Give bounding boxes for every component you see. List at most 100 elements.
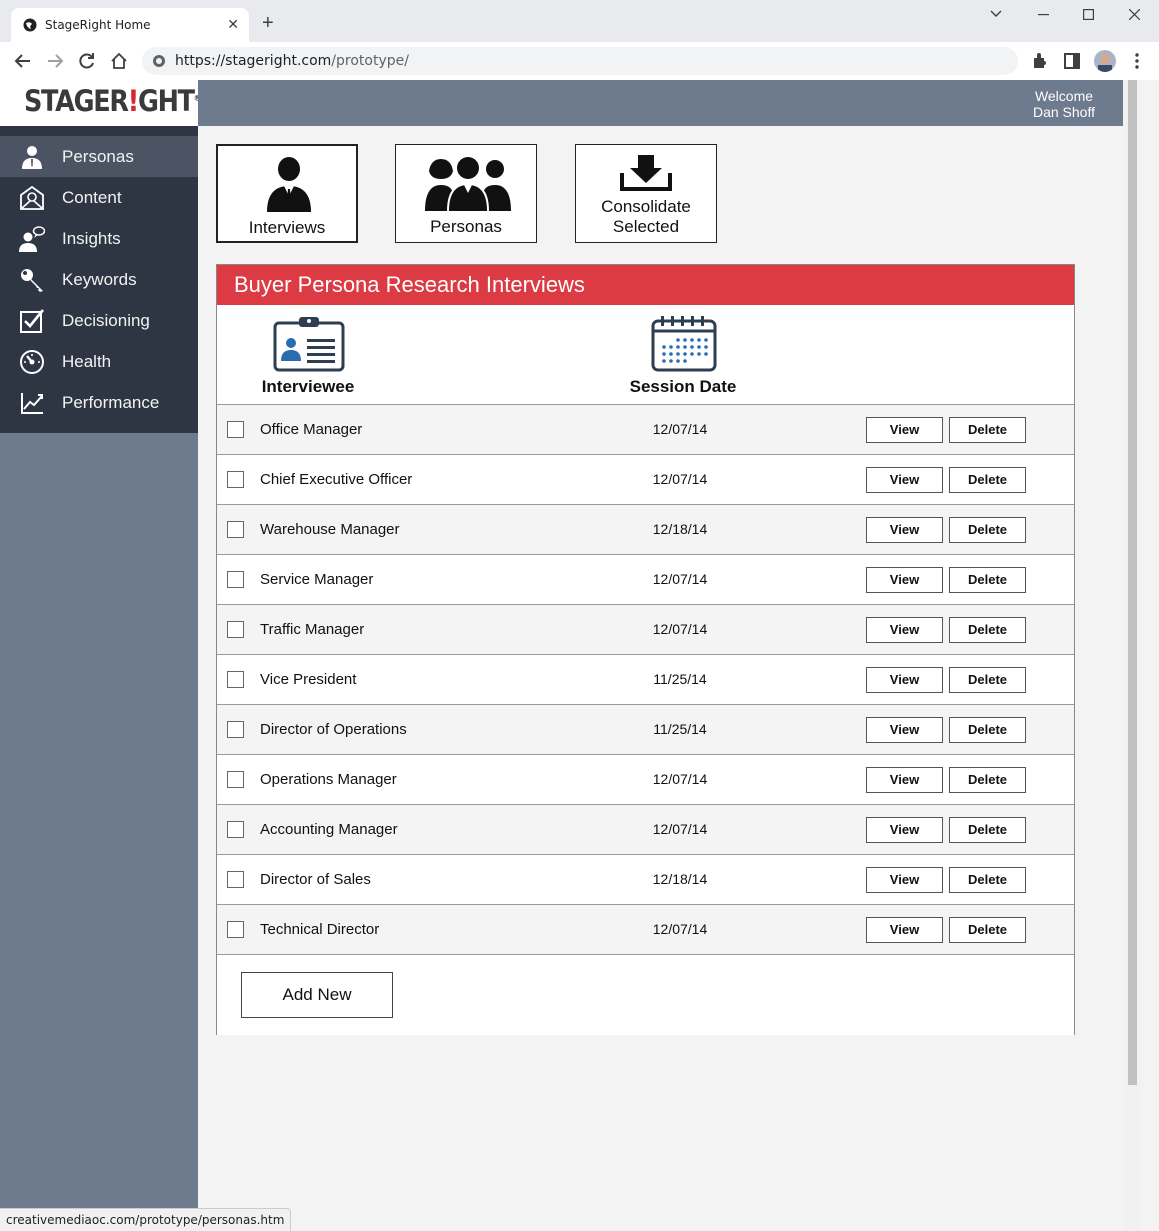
view-button[interactable]: View: [866, 817, 943, 843]
download-tray-icon: [620, 155, 672, 191]
delete-button[interactable]: Delete: [949, 617, 1026, 643]
sidebar-item-label: Health: [62, 352, 112, 371]
view-button[interactable]: View: [866, 867, 943, 893]
view-button[interactable]: View: [866, 517, 943, 543]
reload-icon[interactable]: [77, 51, 97, 71]
sidebar-item-content[interactable]: Content: [0, 177, 198, 218]
row-checkbox[interactable]: [227, 521, 244, 538]
interviewee-name: Vice President: [260, 671, 357, 688]
delete-button[interactable]: Delete: [949, 467, 1026, 493]
personas-label: Personas: [430, 217, 502, 236]
sidebar-item-decisioning[interactable]: Decisioning: [0, 300, 198, 341]
window-close-icon[interactable]: [1129, 9, 1140, 20]
sidebar-item-insights[interactable]: Insights: [0, 218, 198, 259]
row-checkbox[interactable]: [227, 871, 244, 888]
delete-button[interactable]: Delete: [949, 667, 1026, 693]
more-options-icon[interactable]: [1127, 51, 1147, 71]
view-button[interactable]: View: [866, 417, 943, 443]
back-arrow-icon[interactable]: [13, 51, 33, 71]
add-new-area: Add New: [217, 954, 1074, 1035]
logo-area[interactable]: STAGER!GHT®: [0, 80, 201, 126]
row-checkbox[interactable]: [227, 771, 244, 788]
session-date: 11/25/14: [653, 671, 707, 687]
close-icon[interactable]: ✕: [227, 16, 239, 33]
sidebar-item-health[interactable]: Health: [0, 341, 198, 382]
globe-icon: [23, 18, 37, 32]
person-icon: [22, 146, 42, 169]
view-button[interactable]: View: [866, 717, 943, 743]
group-icon: [425, 157, 511, 211]
table-row: Service Manager 12/07/14 View Delete: [217, 554, 1074, 604]
user-name: Dan Shoff: [1032, 104, 1095, 120]
maximize-icon[interactable]: [1083, 9, 1094, 20]
table-row: Traffic Manager 12/07/14 View Delete: [217, 604, 1074, 654]
site-info-icon[interactable]: [152, 54, 166, 68]
session-date: 12/07/14: [652, 821, 708, 837]
delete-button[interactable]: Delete: [949, 517, 1026, 543]
page-scrollbar[interactable]: [1123, 80, 1141, 1231]
forward-arrow-icon[interactable]: [45, 51, 65, 71]
extensions-icon[interactable]: [1030, 51, 1050, 71]
view-button[interactable]: View: [866, 617, 943, 643]
delete-button[interactable]: Delete: [949, 717, 1026, 743]
chevron-down-icon[interactable]: [990, 10, 1002, 18]
row-checkbox[interactable]: [227, 621, 244, 638]
delete-button[interactable]: Delete: [949, 417, 1026, 443]
table-row: Warehouse Manager 12/18/14 View Delete: [217, 504, 1074, 554]
delete-button[interactable]: Delete: [949, 867, 1026, 893]
view-button[interactable]: View: [866, 467, 943, 493]
sidebar-item-personas[interactable]: Personas: [0, 136, 198, 177]
session-date: 12/07/14: [652, 471, 708, 487]
interviewee-name: Technical Director: [260, 921, 380, 938]
minimize-icon[interactable]: [1038, 14, 1049, 16]
email-icon: [20, 185, 44, 210]
sidebar: STAGER!GHT® Personas Content Insights Ke…: [0, 80, 201, 1231]
row-checkbox[interactable]: [227, 821, 244, 838]
interviewee-name: Director of Operations: [260, 721, 407, 738]
delete-button[interactable]: Delete: [949, 567, 1026, 593]
row-checkbox[interactable]: [227, 421, 244, 438]
delete-button[interactable]: Delete: [949, 817, 1026, 843]
consolidate-selected-button[interactable]: Consolidate Selected: [575, 144, 717, 243]
delete-button[interactable]: Delete: [949, 917, 1026, 943]
browser-tab[interactable]: StageRight Home ✕: [11, 8, 249, 42]
interviews-button[interactable]: Interviews: [216, 144, 358, 243]
checkbox-icon: [20, 309, 45, 333]
personas-button[interactable]: Personas: [395, 144, 537, 243]
profile-avatar[interactable]: [1094, 50, 1116, 72]
delete-button[interactable]: Delete: [949, 767, 1026, 793]
new-tab-button[interactable]: +: [262, 13, 274, 33]
stageright-logo[interactable]: STAGER!GHT®: [24, 84, 201, 118]
sidebar-item-label: Insights: [62, 229, 121, 248]
view-button[interactable]: View: [866, 567, 943, 593]
add-new-button[interactable]: Add New: [241, 972, 393, 1018]
table-row: Director of Operations 11/25/14 View Delete: [217, 704, 1074, 754]
calendar-icon: [651, 316, 717, 372]
side-panel-icon[interactable]: [1062, 51, 1082, 71]
row-checkbox[interactable]: [227, 671, 244, 688]
address-bar[interactable]: https://stageright.com/prototype/: [142, 47, 1018, 75]
page-viewport: STAGER!GHT® Personas Content Insights Ke…: [0, 80, 1141, 1231]
session-date: 12/07/14: [652, 421, 708, 437]
home-icon[interactable]: [109, 51, 129, 71]
browser-toolbar: https://stageright.com/prototype/: [0, 42, 1159, 80]
interviewee-name: Service Manager: [260, 571, 374, 588]
scrollbar-thumb[interactable]: [1128, 80, 1137, 1085]
interviewee-name: Traffic Manager: [260, 621, 365, 638]
row-checkbox[interactable]: [227, 921, 244, 938]
view-button[interactable]: View: [866, 667, 943, 693]
sidebar-item-label: Content: [62, 188, 122, 207]
browser-tab-strip: StageRight Home ✕ +: [0, 0, 1159, 42]
row-checkbox[interactable]: [227, 471, 244, 488]
view-button[interactable]: View: [866, 917, 943, 943]
sidebar-item-keywords[interactable]: Keywords: [0, 259, 198, 300]
session-date: 12/07/14: [652, 571, 708, 587]
row-checkbox[interactable]: [227, 721, 244, 738]
status-bar-url: creativemediaoc.com/prototype/personas.h…: [0, 1208, 292, 1231]
tab-title: StageRight Home: [45, 18, 151, 32]
session-date: 11/25/14: [653, 721, 707, 737]
interviews-panel: Buyer Persona Research Interviews Interv…: [216, 264, 1075, 1035]
view-button[interactable]: View: [866, 767, 943, 793]
row-checkbox[interactable]: [227, 571, 244, 588]
sidebar-item-performance[interactable]: Performance: [0, 382, 198, 423]
